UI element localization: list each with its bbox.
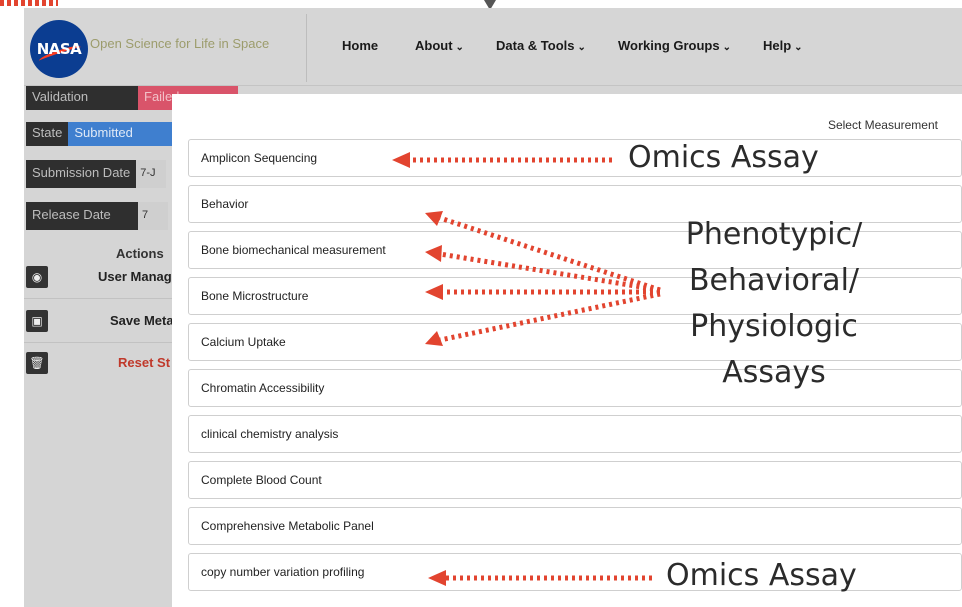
annotation-phenotypic-block: Phenotypic/ Behavioral/ Physiologic Assa… [650, 212, 898, 396]
annotation-line: Phenotypic/ [685, 217, 863, 252]
arrowhead-icon [428, 570, 446, 586]
arrowhead-icon [392, 152, 410, 168]
annotation-omics-top: Omics Assay [628, 140, 819, 175]
annotation-line: Assays [722, 355, 826, 390]
annotation-line: Behavioral/ [688, 263, 860, 298]
annotation-line: Physiologic [690, 309, 858, 344]
arrow-bone-biomech [439, 251, 661, 293]
arrow-behavior [439, 215, 661, 293]
arrowhead-icon [425, 284, 443, 300]
arrow-calcium [439, 291, 661, 343]
arrowhead-icon [425, 245, 442, 262]
annotation-omics-bottom: Omics Assay [666, 558, 857, 593]
